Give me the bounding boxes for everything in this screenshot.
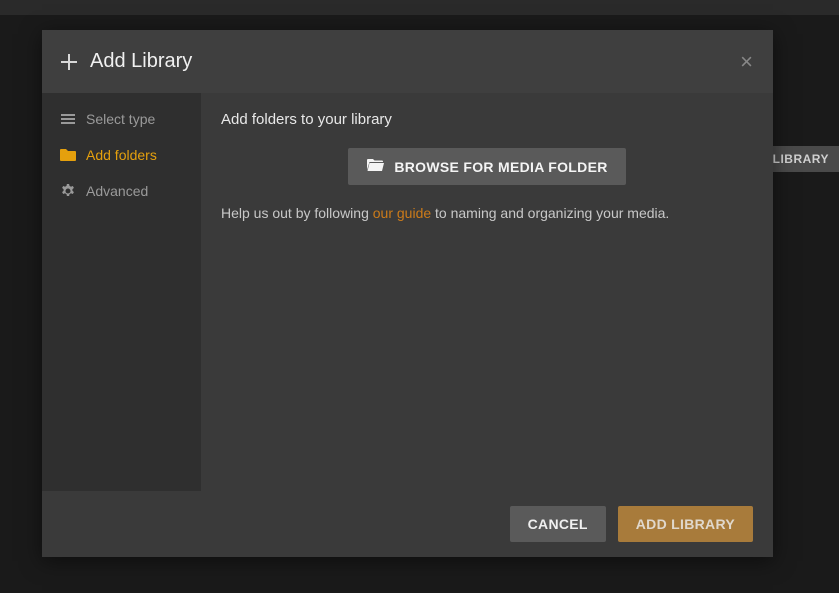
- modal-title-text: Add Library: [90, 50, 192, 73]
- content-pane: Add folders to your library BROWSE FOR M…: [201, 93, 773, 491]
- gear-icon: [60, 183, 76, 199]
- add-library-button[interactable]: ADD LIBRARY: [618, 506, 753, 542]
- bg-header-strip: [0, 0, 839, 15]
- sidebar: Select type Add folders Advanced: [42, 93, 201, 491]
- plus-icon: [60, 53, 78, 71]
- modal-header: Add Library ×: [42, 30, 773, 93]
- sidebar-item-label: Advanced: [86, 183, 148, 199]
- sidebar-item-add-folders[interactable]: Add folders: [42, 137, 201, 173]
- modal-title: Add Library: [60, 50, 192, 73]
- help-text: Help us out by following our guide to na…: [221, 205, 753, 221]
- sidebar-item-select-type[interactable]: Select type: [42, 101, 201, 137]
- folder-icon: [60, 147, 76, 163]
- sidebar-item-label: Select type: [86, 111, 155, 127]
- close-button[interactable]: ×: [740, 51, 753, 73]
- list-icon: [60, 111, 76, 127]
- folder-browse-icon: [366, 158, 384, 175]
- content-heading: Add folders to your library: [221, 111, 753, 128]
- close-icon: ×: [740, 49, 753, 74]
- sidebar-item-advanced[interactable]: Advanced: [42, 173, 201, 209]
- browse-button-label: BROWSE FOR MEDIA FOLDER: [394, 159, 607, 175]
- cancel-button[interactable]: CANCEL: [510, 506, 606, 542]
- browse-row: BROWSE FOR MEDIA FOLDER: [221, 148, 753, 185]
- add-library-modal: Add Library × Select type Add folders: [42, 30, 773, 557]
- modal-body: Select type Add folders Advanced Add fol…: [42, 93, 773, 491]
- browse-media-folder-button[interactable]: BROWSE FOR MEDIA FOLDER: [348, 148, 625, 185]
- help-text-before: Help us out by following: [221, 205, 373, 221]
- sidebar-item-label: Add folders: [86, 147, 157, 163]
- help-text-after: to naming and organizing your media.: [431, 205, 669, 221]
- modal-footer: CANCEL ADD LIBRARY: [42, 491, 773, 557]
- our-guide-link[interactable]: our guide: [373, 205, 431, 221]
- bg-library-button[interactable]: LIBRARY: [763, 146, 839, 172]
